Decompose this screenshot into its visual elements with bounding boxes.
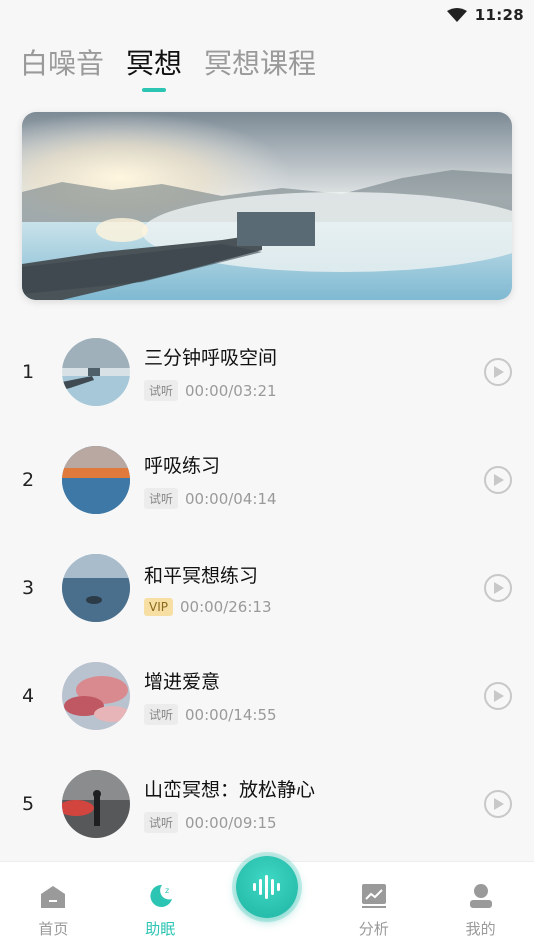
track-index: 5: [22, 793, 35, 815]
play-button[interactable]: [484, 574, 512, 602]
hero-banner[interactable]: [22, 112, 512, 300]
nav-mine[interactable]: 我的: [427, 862, 534, 949]
track-thumbnail: [62, 338, 130, 406]
track-thumbnail: [62, 554, 130, 622]
play-button[interactable]: [484, 466, 512, 494]
moon-icon: z: [150, 884, 173, 907]
bottom-nav: 首页 z 助眠 分析 我的: [0, 856, 534, 949]
play-icon: [494, 690, 504, 702]
track-list: 1 三分钟呼吸空间 试听 00:00/03:21 2 呼吸练习 试听 00:00…: [0, 318, 534, 858]
track-index: 4: [22, 685, 35, 707]
top-tabs: 白噪音 冥想 冥想课程: [20, 42, 338, 86]
track-duration: 00:00/03:21: [185, 381, 277, 400]
status-time: 11:28: [474, 6, 524, 24]
chart-icon: [361, 884, 386, 908]
tab-white-noise[interactable]: 白噪音: [20, 42, 104, 86]
nav-mine-label: 我的: [465, 920, 496, 938]
tab-meditation-course[interactable]: 冥想课程: [204, 42, 316, 86]
preview-badge: 试听: [144, 488, 179, 509]
track-duration: 00:00/14:55: [185, 705, 277, 724]
play-icon: [494, 366, 504, 378]
track-title: 呼吸练习: [144, 455, 221, 477]
track-thumbnail: [62, 770, 130, 838]
nav-home[interactable]: 首页: [0, 862, 107, 949]
track-duration: 00:00/04:14: [185, 489, 277, 508]
nav-sleep[interactable]: z 助眠: [107, 862, 214, 949]
track-thumbnail: [62, 662, 130, 730]
list-item[interactable]: 1 三分钟呼吸空间 试听 00:00/03:21: [0, 318, 534, 426]
play-icon: [494, 474, 504, 486]
play-button[interactable]: [484, 358, 512, 386]
track-duration: 00:00/09:15: [185, 813, 277, 832]
home-icon: [41, 886, 66, 908]
track-index: 3: [22, 577, 35, 599]
nav-analysis-label: 分析: [358, 920, 389, 938]
track-title: 和平冥想练习: [144, 564, 259, 587]
play-icon: [494, 582, 504, 594]
nav-home-label: 首页: [38, 920, 69, 938]
vip-badge: VIP: [144, 597, 173, 616]
track-index: 1: [22, 361, 35, 383]
list-item[interactable]: 3 和平冥想练习 VIP 00:00/26:13: [0, 534, 534, 642]
track-title: 增进爱意: [144, 671, 221, 693]
track-title: 三分钟呼吸空间: [144, 347, 278, 369]
track-index: 2: [22, 469, 35, 491]
svg-text:z: z: [165, 886, 169, 895]
list-item[interactable]: 2 呼吸练习 试听 00:00/04:14: [0, 426, 534, 534]
preview-badge: 试听: [144, 704, 179, 725]
preview-badge: 试听: [144, 812, 179, 833]
nav-sleep-label: 助眠: [145, 920, 176, 938]
status-bar: 11:28: [0, 0, 534, 30]
nav-analysis[interactable]: 分析: [320, 862, 427, 949]
track-title: 山峦冥想：放松静心: [144, 779, 316, 801]
track-thumbnail: [62, 446, 130, 514]
tab-meditation[interactable]: 冥想: [126, 42, 182, 86]
play-icon: [494, 798, 504, 810]
banner-image: [22, 112, 512, 300]
preview-badge: 试听: [144, 380, 179, 401]
wifi-icon: [446, 8, 467, 22]
list-item[interactable]: 5 山峦冥想：放松静心 试听 00:00/09:15: [0, 750, 534, 858]
person-icon: [469, 884, 492, 908]
sound-button[interactable]: [235, 856, 298, 918]
list-item[interactable]: 4 增进爱意 试听 00:00/14:55: [0, 642, 534, 750]
track-duration: 00:00/26:13: [179, 597, 272, 616]
nav-center: [214, 856, 321, 949]
sound-wave-icon: [252, 875, 280, 899]
play-button[interactable]: [484, 790, 512, 818]
play-button[interactable]: [484, 682, 512, 710]
